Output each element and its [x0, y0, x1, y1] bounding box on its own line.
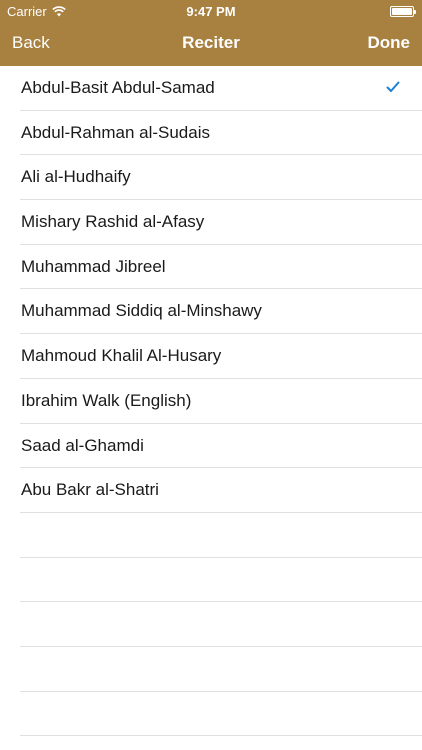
reciter-row[interactable]: Abdul-Rahman al-Sudais	[20, 111, 422, 156]
reciter-row[interactable]: Saad al-Ghamdi	[20, 424, 422, 469]
checkmark-icon	[386, 81, 400, 92]
reciter-label: Muhammad Jibreel	[21, 256, 166, 276]
reciter-row[interactable]: Mishary Rashid al-Afasy	[20, 200, 422, 245]
reciter-row[interactable]: Abu Bakr al-Shatri	[20, 468, 422, 513]
page-title: Reciter	[182, 33, 240, 52]
status-bar: Carrier 9:47 PM	[0, 0, 422, 22]
empty-row	[20, 558, 422, 603]
reciter-row[interactable]: Mahmoud Khalil Al-Husary	[20, 334, 422, 379]
reciter-label: Mishary Rashid al-Afasy	[21, 212, 205, 232]
reciter-row[interactable]: Muhammad Siddiq al-Minshawy	[20, 289, 422, 335]
empty-row	[20, 692, 422, 737]
empty-row	[20, 736, 422, 750]
reciter-label: Saad al-Ghamdi	[21, 435, 144, 455]
nav-bar: Back Reciter Done	[0, 22, 422, 66]
reciter-row[interactable]: Abdul-Basit Abdul-Samad	[20, 66, 422, 111]
reciter-row[interactable]: Ali al-Hudhaify	[20, 155, 422, 201]
reciter-label: Ibrahim Walk (English)	[21, 390, 192, 410]
reciter-label: Abdul-Rahman al-Sudais	[21, 122, 210, 142]
empty-row	[20, 602, 422, 647]
battery-icon	[390, 6, 416, 17]
reciter-label: Abu Bakr al-Shatri	[21, 480, 159, 500]
status-time: 9:47 PM	[186, 4, 236, 19]
reciter-label: Abdul-Basit Abdul-Samad	[21, 78, 215, 97]
battery-cap	[414, 10, 416, 14]
reciter-label: Mahmoud Khalil Al-Husary	[21, 346, 222, 366]
reciter-label: Muhammad Siddiq al-Minshawy	[21, 301, 262, 321]
reciter-list: Abdul-Basit Abdul-Samad Abdul-Rahman al-S…	[0, 66, 422, 750]
empty-row	[20, 513, 422, 558]
reciter-row[interactable]: Ibrahim Walk (English)	[20, 379, 422, 424]
done-button[interactable]: Done	[368, 33, 411, 53]
reciter-label: Ali al-Hudhaify	[21, 167, 131, 187]
back-button[interactable]: Back	[12, 33, 50, 53]
header: Carrier 9:47 PM Back Reciter Done	[0, 0, 422, 66]
reciter-row[interactable]: Muhammad Jibreel	[20, 245, 422, 290]
empty-row	[20, 647, 422, 692]
battery-fill	[392, 8, 412, 15]
